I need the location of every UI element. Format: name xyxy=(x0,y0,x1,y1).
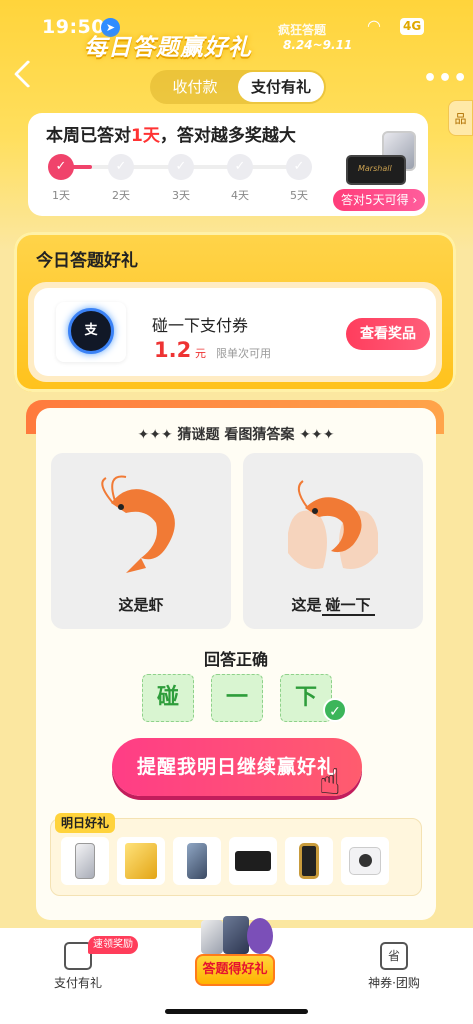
coupon-limit: 限单次可用 xyxy=(216,347,271,360)
day-label: 4天 xyxy=(231,189,249,202)
coupon-unit: 元 xyxy=(195,347,206,360)
pointing-hand-icon: ☝ xyxy=(319,762,341,803)
smart-watch-icon[interactable] xyxy=(285,837,333,885)
coupon-save-icon: 省 xyxy=(380,942,408,970)
day-step-5-check-icon: ✓ xyxy=(286,154,312,180)
tab-pay-gift[interactable]: 支付有礼 xyxy=(238,72,324,102)
quiz-heading: ✦✦✦ 猜谜题 看图猜答案 ✦✦✦ xyxy=(137,427,335,443)
day-steps: ✓ ✓ ✓ ✓ ✓ 1天 2天 3天 4天 5天 xyxy=(28,151,328,202)
day-label: 2天 xyxy=(112,189,130,202)
week-title: 本周已答对1天，答对越多奖越大 xyxy=(46,126,296,146)
tab-receive-pay[interactable]: 收付款 xyxy=(152,72,238,102)
coupon-card[interactable]: 支 碰一下支付券 1.2 元 限单次可用 查看奖品 xyxy=(28,282,442,382)
day-label: 5天 xyxy=(290,189,308,202)
header-tabs: 收付款 支付有礼 xyxy=(150,70,326,104)
day-step-1-check-icon: ✓ xyxy=(48,154,74,180)
speaker-icon[interactable] xyxy=(229,837,277,885)
center-prizes-image xyxy=(197,914,275,958)
banner-tag: 疯狂答题 xyxy=(278,23,327,37)
five-day-prize-button[interactable]: 答对5天可得 › xyxy=(333,189,426,211)
tomorrow-label: 明日好礼 xyxy=(55,813,116,833)
tap-pay-icon: 支 xyxy=(56,302,126,362)
day-label: 3天 xyxy=(172,189,190,202)
tomorrow-gifts: 明日好礼 xyxy=(50,813,422,896)
coupon-name: 碰一下支付券 xyxy=(152,316,249,335)
quiz-picture-hands-shrimp: 这是 碰一下 xyxy=(243,453,423,629)
day-step-3-check-icon: ✓ xyxy=(168,154,194,180)
side-tag[interactable]: 品 xyxy=(448,100,473,136)
quiz-picture-shrimp: 这是虾 xyxy=(51,453,231,629)
shrimp-icon xyxy=(101,475,175,573)
banner-date: 8.24~9.11 xyxy=(283,38,353,52)
quiz-card: ✦✦✦ 猜谜题 看图猜答案 ✦✦✦ 这是虾 这是 碰一下 回答正确 碰 一 下 ✓… xyxy=(36,408,436,920)
speaker-image: Marshall xyxy=(346,155,406,185)
network-badge: 4G xyxy=(400,18,425,35)
answer-underline: 碰一下 xyxy=(321,596,375,616)
phone-blue-icon[interactable] xyxy=(173,837,221,885)
correct-check-icon: ✓ xyxy=(323,698,347,722)
weekly-progress-card: 本周已答对1天，答对越多奖越大 ✓ ✓ ✓ ✓ ✓ 1天 2天 3天 4天 5天… xyxy=(28,113,428,216)
nav-badge: 速领奖励 xyxy=(88,936,138,954)
more-icon[interactable]: ••• xyxy=(423,66,468,91)
wifi-icon: ◠ xyxy=(367,16,381,35)
gift-title: 今日答题好礼 xyxy=(36,251,138,271)
phone-silver-icon[interactable] xyxy=(61,837,109,885)
quiz-right-label: 这是 碰一下 xyxy=(243,594,423,616)
gift-thumbnails xyxy=(61,837,389,885)
hands-shrimp-icon xyxy=(288,480,378,569)
days-count: 1天 xyxy=(131,126,160,146)
home-indicator xyxy=(165,1009,308,1014)
view-prize-button[interactable]: 查看奖品 xyxy=(346,318,430,350)
answer-tile: 碰 xyxy=(142,674,194,722)
instant-camera-icon[interactable] xyxy=(341,837,389,885)
day-step-2-check-icon: ✓ xyxy=(108,154,134,180)
grand-prize-image[interactable]: Marshall xyxy=(346,131,420,191)
answer-tile: 一 xyxy=(211,674,263,722)
coupon-amount: 1.2 xyxy=(154,338,192,362)
banner-title: 每日答题赢好礼 xyxy=(84,35,252,61)
gold-bar-icon[interactable] xyxy=(117,837,165,885)
center-quiz-button[interactable]: 答题得好礼 xyxy=(195,954,275,986)
day-step-4-check-icon: ✓ xyxy=(227,154,253,180)
quiz-left-label: 这是虾 xyxy=(118,596,164,614)
nav-coupons[interactable]: 省 神券·团购 xyxy=(334,928,454,991)
daily-gift-panel: 今日答题好礼 支 碰一下支付券 1.2 元 限单次可用 查看奖品 xyxy=(14,232,456,392)
day-label: 1天 xyxy=(52,189,70,202)
answer-result: 回答正确 xyxy=(203,650,268,669)
